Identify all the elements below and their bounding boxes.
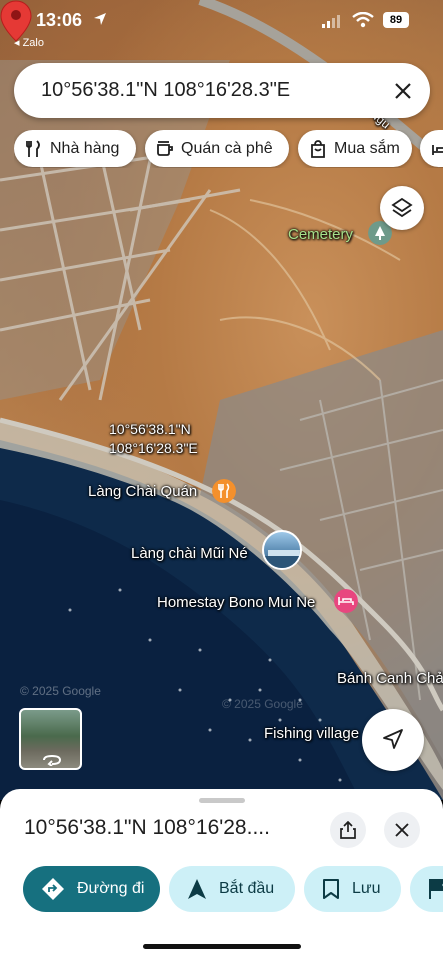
back-to-app-link[interactable]: ◂ Zalo [14,36,44,49]
close-icon[interactable] [390,78,416,104]
restaurant-poi-icon[interactable] [212,479,236,503]
save-label: Lưu [352,880,381,897]
lang-chai-quan-label[interactable]: Làng Chài Quán [88,483,197,500]
shopping-bag-icon [311,139,325,158]
chip-restaurants[interactable]: Nhà hàng [14,130,136,167]
hotel-poi-icon[interactable] [334,589,358,613]
pin-label-lng: 108°16'28.3"E [109,440,198,456]
banh-canh-label[interactable]: Bánh Canh Chả [337,670,443,687]
chip-label: Mua sắm [334,139,400,157]
save-button[interactable]: Lưu [304,866,401,912]
street-view-thumbnail[interactable] [19,708,82,770]
start-label: Bắt đầu [219,880,275,897]
place-bottom-sheet[interactable]: 10°56'38.1"N 108°16'28.... Đường đi Bắt … [0,789,443,959]
chip-label: Nhà hàng [50,139,120,157]
my-location-button[interactable] [362,709,424,771]
cellular-signal-icon [322,15,340,28]
battery-indicator: 89 [383,12,409,28]
sheet-drag-handle[interactable] [199,798,245,803]
map-canvas[interactable]: Ngu Cemetery 10°56'38.1"N 108°16'28.3"E … [0,0,443,800]
start-button[interactable]: Bắt đầu [169,866,295,912]
directions-label: Đường đi [77,880,145,897]
location-arrow-icon [94,13,106,25]
photo-poi-thumbnail[interactable] [262,530,302,570]
status-bar: 13:06 ◂ Zalo 89 [0,0,443,52]
cemetery-label[interactable]: Cemetery [288,226,353,243]
hotel-icon [432,144,443,155]
homestay-label[interactable]: Homestay Bono Mui Ne [157,594,315,611]
directions-icon [42,878,64,900]
restaurant-icon [26,139,40,157]
share-icon [340,821,356,839]
chip-label: Quán cà phê [181,139,273,157]
sheet-close-button[interactable] [384,812,420,848]
navigation-arrow-icon [188,879,206,899]
label-button[interactable] [410,866,443,912]
search-input[interactable]: 10°56'38.1"N 108°16'28.3"E [41,79,290,102]
search-bar[interactable]: 10°56'38.1"N 108°16'28.3"E [14,63,430,118]
bookmark-icon [323,879,339,899]
navigation-icon [383,729,403,749]
chip-hotel[interactable] [420,130,443,167]
home-indicator[interactable] [143,944,301,949]
action-buttons-row: Đường đi Bắt đầu Lưu [0,866,443,914]
wifi-icon [352,12,374,28]
layers-button[interactable] [380,186,424,230]
google-watermark: © 2025 Google [20,684,101,698]
lang-chai-mui-ne-label[interactable]: Làng chài Mũi Né [131,545,248,562]
google-watermark-secondary: © 2025 Google [222,697,303,711]
status-time: 13:06 [36,10,83,30]
category-chips: Nhà hàng Quán cà phê Mua sắm [14,130,443,168]
layers-icon [391,197,413,218]
fishing-village-label[interactable]: Fishing village [264,725,359,742]
coffee-icon [157,140,173,156]
street-view-rotate-icon [43,754,62,766]
directions-button[interactable]: Đường đi [23,866,160,912]
chip-shopping[interactable]: Mua sắm [298,130,412,167]
pin-label-lat: 10°56'38.1"N [109,421,191,437]
flag-icon [429,879,443,899]
close-icon [395,823,409,837]
share-button[interactable] [330,812,366,848]
place-title: 10°56'38.1"N 108°16'28.... [24,816,270,839]
chip-coffee[interactable]: Quán cà phê [145,130,289,167]
